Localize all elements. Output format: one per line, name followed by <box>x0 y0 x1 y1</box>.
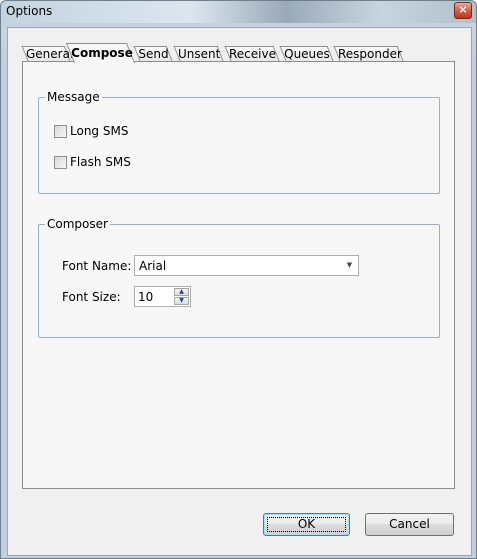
close-icon: × <box>458 3 468 16</box>
message-group: Message Long SMS Flash SMS <box>38 90 440 194</box>
tab-unsent[interactable]: Unsent <box>173 46 224 62</box>
tab-send[interactable]: Send <box>133 46 173 62</box>
window-title: Options <box>6 4 53 18</box>
font-size-spin-buttons: ▲ ▼ <box>174 288 189 305</box>
flash-sms-checkbox[interactable] <box>54 156 67 169</box>
compose-tab-panel: Message Long SMS Flash SMS Composer Font… <box>22 61 455 489</box>
focus-rectangle <box>267 517 346 532</box>
spin-down-icon[interactable]: ▼ <box>174 297 189 305</box>
tab-general[interactable]: General <box>21 46 74 62</box>
font-size-label: Font Size: <box>62 290 121 304</box>
cancel-button-label: Cancel <box>389 517 430 531</box>
tab-responder[interactable]: Responder <box>333 46 404 62</box>
long-sms-checkbox[interactable] <box>54 125 67 138</box>
tab-queues[interactable]: Queues <box>279 46 334 62</box>
tab-send-label: Send <box>138 47 169 61</box>
options-window: Options × General Compose Send Unsent Re… <box>0 0 477 559</box>
message-group-title: Message <box>45 90 102 104</box>
cancel-button[interactable]: Cancel <box>365 513 454 536</box>
tab-queues-label: Queues <box>284 47 330 61</box>
spin-up-icon[interactable]: ▲ <box>174 288 189 296</box>
composer-group-title: Composer <box>45 217 110 231</box>
chevron-down-icon[interactable]: ▼ <box>343 258 356 273</box>
title-bar[interactable]: Options × <box>1 1 476 23</box>
font-size-stepper[interactable]: 10 ▲ ▼ <box>134 286 191 307</box>
tab-receive[interactable]: Receive <box>224 46 280 62</box>
tab-compose[interactable]: Compose <box>65 43 135 63</box>
ok-button[interactable]: OK <box>263 513 350 536</box>
close-button[interactable]: × <box>454 2 472 19</box>
tab-general-label: General <box>25 47 74 61</box>
tab-receive-label: Receive <box>228 47 276 61</box>
font-name-label: Font Name: <box>62 259 132 273</box>
dialog-client-area: General Compose Send Unsent Receive Queu… <box>7 27 472 556</box>
font-size-value: 10 <box>138 290 154 304</box>
tab-unsent-label: Unsent <box>177 47 221 61</box>
tab-compose-label: Compose <box>71 46 133 60</box>
long-sms-label: Long SMS <box>70 124 129 138</box>
tab-responder-label: Responder <box>337 47 402 61</box>
flash-sms-label: Flash SMS <box>70 155 131 169</box>
font-name-dropdown[interactable]: Arial ▼ <box>134 255 359 276</box>
font-name-value: Arial <box>139 259 167 273</box>
composer-group: Composer Font Name: Arial ▼ Font Size: 1… <box>38 217 440 338</box>
